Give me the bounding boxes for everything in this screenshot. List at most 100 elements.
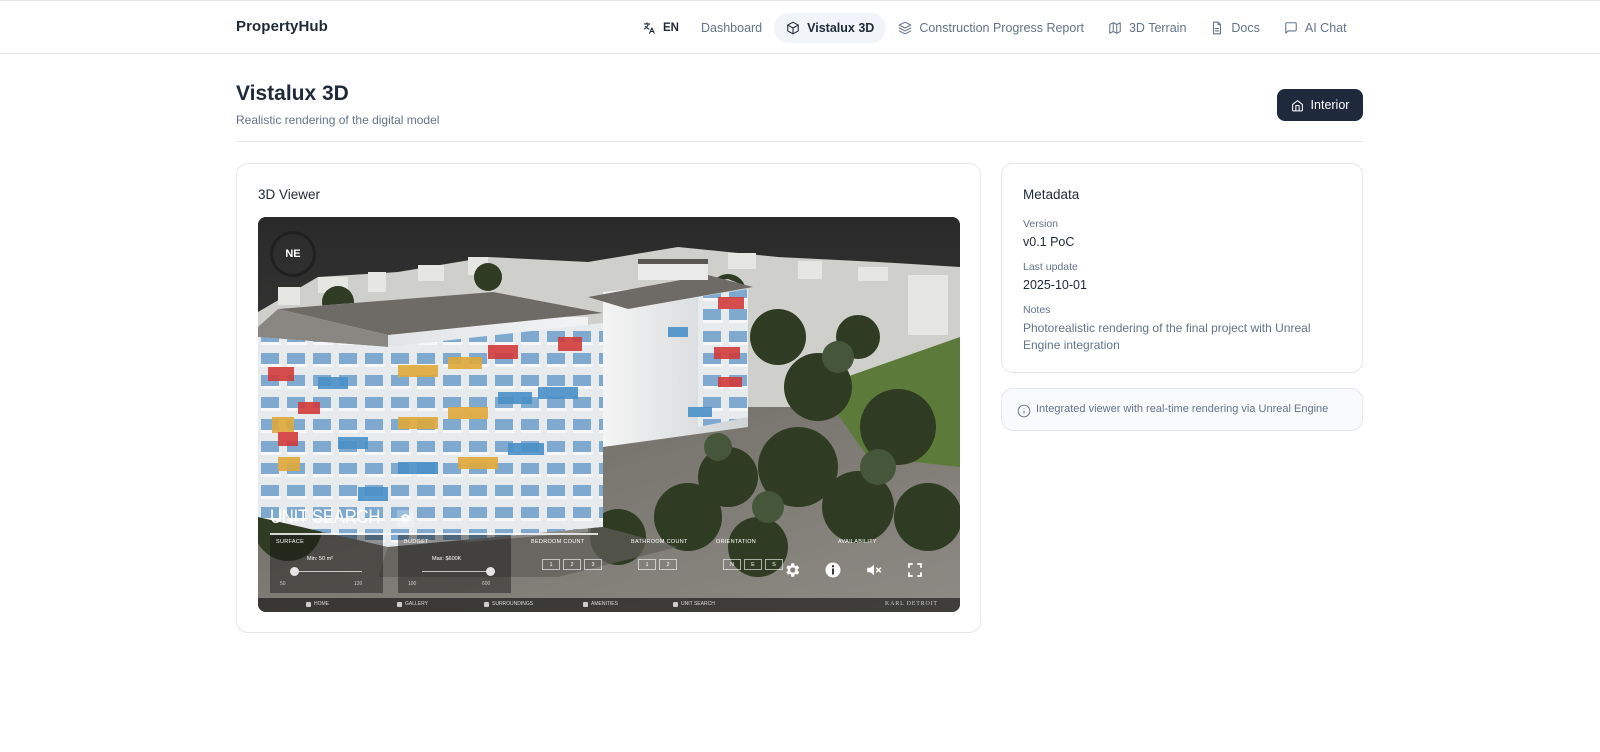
budget-filter-label: BUDGET	[404, 539, 429, 545]
top-navbar: PropertyHub EN Dashboard Vistalux 3D Con…	[0, 0, 1600, 54]
bottom-nav-amenities[interactable]: AMENITIES	[583, 601, 618, 607]
layers-icon	[401, 513, 411, 522]
nav-dashboard-label: Dashboard	[700, 21, 763, 35]
brand-logo[interactable]: PropertyHub	[236, 18, 328, 35]
pin-icon	[484, 601, 489, 607]
bedroom-option[interactable]: 2	[563, 559, 581, 570]
bedroom-option[interactable]: 1	[542, 559, 560, 570]
mute-icon	[867, 564, 882, 576]
info-icon	[825, 562, 841, 578]
fullscreen-icon	[908, 563, 922, 577]
fullscreen-button[interactable]	[905, 560, 925, 580]
nav-construction-progress-report[interactable]: Construction Progress Report	[886, 13, 1096, 43]
availability-filter-label: AVAILABILITY	[838, 539, 877, 545]
nav-dashboard[interactable]: Dashboard	[689, 13, 774, 43]
home-icon	[1291, 99, 1303, 111]
home-icon	[306, 601, 311, 607]
compass-indicator[interactable]: NE	[270, 231, 316, 277]
nav-ai-chat-label: AI Chat	[1304, 21, 1347, 35]
unit-search-title: UNIT SEARCH	[270, 507, 381, 528]
bathroom-filter-label: BATHROOM COUNT	[631, 539, 688, 545]
bedroom-filter-label: BEDROOM COUNT	[531, 539, 585, 545]
interior-button-label: Interior	[1310, 98, 1350, 112]
nav-3d-terrain-label: 3D Terrain	[1128, 21, 1187, 35]
viewer-card: 3D Viewer NE UNIT SEARCH SURFACE Min: 50…	[236, 163, 981, 633]
search-icon	[673, 601, 678, 607]
orientation-option[interactable]: E	[744, 559, 762, 570]
language-switcher[interactable]: EN	[630, 13, 689, 43]
surface-max: 120	[354, 581, 363, 587]
header-divider	[236, 141, 1363, 142]
bottom-nav-gallery-label: GALLERY	[405, 601, 428, 607]
viewer-watermark: KARL DETROIT	[885, 601, 938, 607]
nav-vistalux-3d-label: Vistalux 3D	[807, 21, 875, 35]
bottom-nav-amenities-label: AMENITIES	[591, 601, 618, 607]
mute-button[interactable]	[864, 560, 884, 580]
nav-docs[interactable]: Docs	[1198, 13, 1271, 43]
chat-icon	[1284, 21, 1298, 35]
budget-slider-thumb[interactable]	[486, 567, 495, 576]
bottom-nav-surroundings[interactable]: SURROUNDINGS	[484, 601, 533, 607]
bottom-nav-home-label: HOME	[314, 601, 329, 607]
surface-filter-label: SURFACE	[276, 539, 305, 545]
orientation-option[interactable]: S	[765, 559, 783, 570]
surface-min: 50	[280, 581, 286, 587]
map-icon	[1108, 21, 1122, 35]
surface-filter-value: Min: 50 m²	[307, 556, 333, 562]
translate-icon	[642, 21, 656, 35]
unit-filters: SURFACE Min: 50 m² 50 120 BUDGET Max: $6…	[270, 535, 950, 595]
metadata-title: Metadata	[1023, 187, 1080, 202]
bottom-nav-gallery[interactable]: GALLERY	[397, 601, 428, 607]
bedroom-filter: BEDROOM COUNT 1 2 3	[525, 535, 610, 593]
info-banner: Integrated viewer with real-time renderi…	[1001, 388, 1363, 431]
nav-vistalux-3d[interactable]: Vistalux 3D	[774, 13, 887, 43]
info-button[interactable]	[823, 560, 843, 580]
orientation-option[interactable]: N	[723, 559, 741, 570]
unit-search-header: UNIT SEARCH	[270, 507, 415, 529]
cube-icon	[786, 21, 800, 35]
image-icon	[397, 601, 402, 607]
document-icon	[1210, 21, 1224, 35]
bottom-nav-surroundings-label: SURROUNDINGS	[492, 601, 534, 607]
bathroom-option[interactable]: 1	[638, 559, 656, 570]
nav-construction-progress-report-label: Construction Progress Report	[919, 21, 1084, 35]
surface-slider-thumb[interactable]	[290, 567, 299, 576]
nav-ai-chat[interactable]: AI Chat	[1272, 13, 1359, 43]
budget-slider-track[interactable]	[422, 571, 490, 572]
layers-icon	[898, 21, 912, 35]
version-value: v0.1 PoC	[1023, 235, 1075, 249]
viewer-card-title: 3D Viewer	[258, 187, 321, 202]
unreal-viewer[interactable]: NE UNIT SEARCH SURFACE Min: 50 m² 50 120…	[258, 217, 960, 612]
surface-filter: SURFACE Min: 50 m² 50 120	[270, 535, 383, 593]
surface-slider-track[interactable]	[294, 571, 362, 572]
orientation-filter: ORIENTATION N E S	[710, 535, 820, 593]
viewer-bottom-nav: HOME GALLERY SURROUNDINGS AMENITIES UNIT…	[258, 598, 960, 612]
orientation-filter-label: ORIENTATION	[716, 539, 757, 545]
metadata-card: Metadata Version v0.1 PoC Last update 20…	[1001, 163, 1363, 373]
nav-3d-terrain[interactable]: 3D Terrain	[1096, 13, 1198, 43]
info-banner-text: Integrated viewer with real-time renderi…	[1036, 403, 1329, 415]
version-label: Version	[1023, 218, 1059, 230]
nav-docs-label: Docs	[1231, 21, 1260, 35]
budget-filter-value: Max: $600K	[432, 556, 462, 562]
budget-min: 100	[408, 581, 417, 587]
main-nav: EN Dashboard Vistalux 3D Construction Pr…	[630, 13, 1359, 43]
availability-filter: AVAILABILITY	[832, 535, 950, 593]
settings-button[interactable]	[782, 560, 802, 580]
notes-value: Photorealistic rendering of the final pr…	[1023, 321, 1311, 352]
interior-button[interactable]: Interior	[1277, 89, 1363, 121]
unit-search-toggle[interactable]	[397, 509, 415, 527]
notes-label: Notes	[1023, 304, 1051, 316]
page-title: Vistalux 3D	[236, 82, 349, 105]
bottom-nav-unit-search[interactable]: UNIT SEARCH	[673, 601, 715, 607]
budget-filter: BUDGET Max: $600K 100 600	[398, 535, 511, 593]
language-label: EN	[663, 22, 679, 34]
page-subtitle: Realistic rendering of the digital model	[236, 113, 440, 127]
bedroom-option[interactable]: 3	[584, 559, 602, 570]
bathroom-filter: BATHROOM COUNT 1 2	[625, 535, 710, 593]
settings-icon	[786, 563, 800, 577]
bathroom-option[interactable]: 2	[659, 559, 677, 570]
budget-max: 600	[482, 581, 491, 587]
bottom-nav-home[interactable]: HOME	[306, 601, 329, 607]
amenities-icon	[583, 601, 588, 607]
